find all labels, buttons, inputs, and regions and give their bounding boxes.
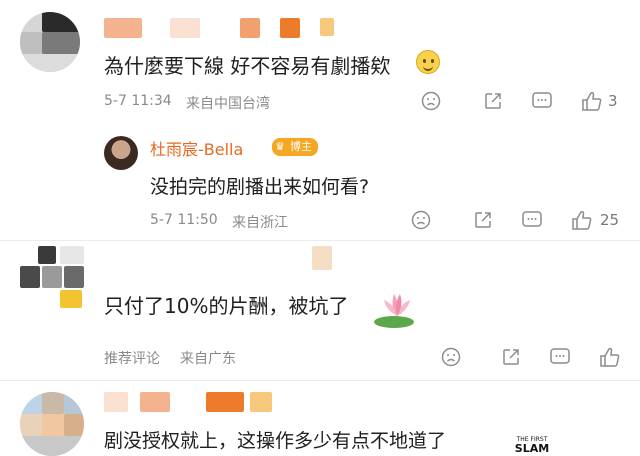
avatar-pixelated[interactable]	[20, 392, 84, 456]
reply-comment-icon[interactable]	[548, 346, 572, 368]
avatar-bella[interactable]	[104, 136, 138, 170]
like-count: 3	[608, 92, 618, 110]
username-bella[interactable]: 杜雨宸-Bella	[150, 136, 243, 160]
dislike-face-icon[interactable]	[420, 90, 442, 112]
comment-location: 来自广东	[180, 351, 236, 367]
smile-emoji-icon	[416, 50, 440, 74]
reply-comment-icon[interactable]	[520, 209, 544, 231]
blogger-badge: ♛ 博主	[272, 138, 318, 156]
divider	[0, 240, 640, 241]
dislike-face-icon[interactable]	[410, 209, 432, 231]
reply-comment-icon[interactable]	[530, 90, 554, 112]
divider	[0, 380, 640, 381]
avatar-pixelated[interactable]	[20, 246, 84, 308]
share-icon[interactable]	[482, 90, 504, 112]
comment-time: 5-7 11:34	[104, 93, 172, 109]
comment-text: 為什麼要下線 好不容易有劇播欸	[104, 54, 391, 78]
comment-location: 来自中国台湾	[186, 96, 270, 112]
watermark: THE FIRST SLAM	[512, 436, 552, 455]
username-pixelated[interactable]	[312, 246, 332, 270]
like-thumb-icon[interactable]	[580, 89, 604, 113]
share-icon[interactable]	[472, 209, 494, 231]
like-thumb-icon[interactable]	[598, 345, 622, 369]
reply-location: 来自浙江	[232, 215, 288, 231]
reply-text: 没拍完的剧播出来如何看?	[150, 176, 370, 198]
dislike-face-icon[interactable]	[440, 346, 462, 368]
reply-time: 5-7 11:50	[150, 212, 218, 228]
avatar-pixelated[interactable]	[20, 12, 80, 72]
share-icon[interactable]	[500, 346, 522, 368]
lotus-emoji-icon	[372, 286, 422, 330]
comment-text: 只付了10%的片酬，被坑了	[104, 294, 349, 318]
recommended-label: 推荐评论	[104, 351, 160, 367]
comment-text: 剧没授权就上，这操作多少有点不地道了	[104, 430, 447, 452]
crown-icon: ♛	[275, 140, 285, 153]
like-thumb-icon[interactable]	[570, 208, 594, 232]
watermark-line2: SLAM	[514, 442, 550, 455]
like-count: 25	[600, 211, 620, 229]
